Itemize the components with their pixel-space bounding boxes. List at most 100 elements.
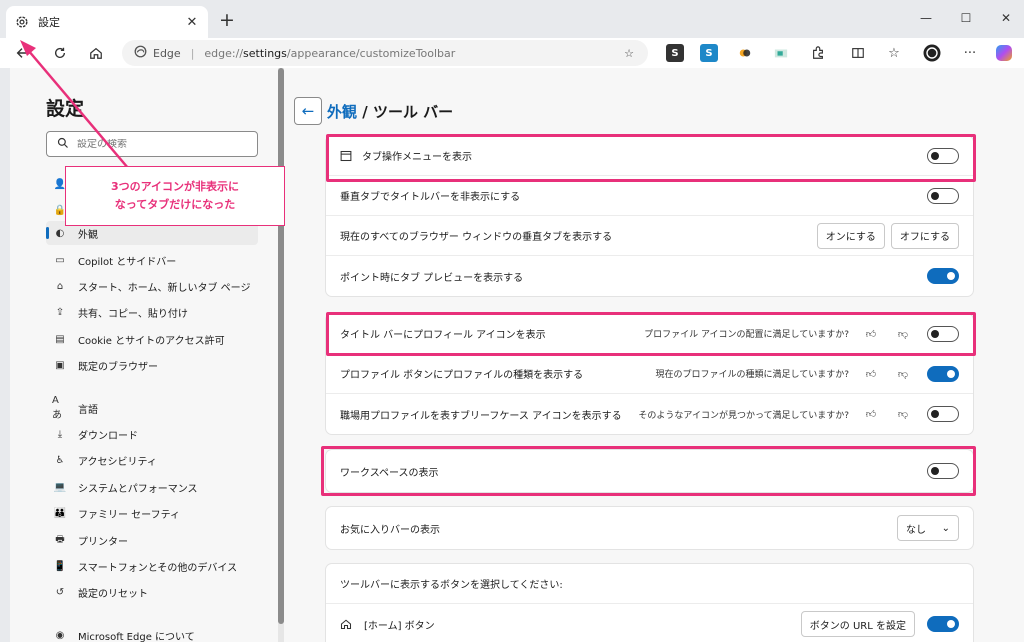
settings-content: 設定 👤 🔒 ◐外観 ▭Copilot とサイドバー ⌂スタート、ホーム、新しい… bbox=[10, 68, 1024, 642]
chevron-down-icon: ⌄ bbox=[941, 522, 950, 534]
phone-icon: 📱 bbox=[53, 560, 67, 572]
tab-actions-toggle[interactable] bbox=[927, 147, 959, 164]
breadcrumb: 外観 / ツール バー bbox=[327, 101, 453, 122]
extensions-puzzle-icon[interactable] bbox=[808, 43, 828, 63]
sidebar-item-cookies[interactable]: ▤ Cookie とサイトのアクセス許可 bbox=[46, 327, 258, 351]
sidebar-item-default-browser[interactable]: ▣ 既定のブラウザー bbox=[46, 353, 258, 377]
callout-line: なってタブだけになった bbox=[114, 198, 236, 211]
setting-label: [ホーム] ボタン bbox=[364, 620, 435, 632]
accessibility-icon: ♿ bbox=[55, 454, 65, 466]
setting-row: 現在のすべてのブラウザー ウィンドウの垂直タブを表示する オンにする オフにする bbox=[326, 216, 973, 256]
sidebar-item-label: ファミリー セーフティ bbox=[78, 509, 180, 521]
close-icon[interactable]: ✕ bbox=[184, 14, 200, 30]
sidebar-item-system[interactable]: 💻 システムとパフォーマンス bbox=[46, 475, 258, 499]
extension-multicolor-icon[interactable] bbox=[736, 44, 754, 62]
thumbs-down-icon[interactable]: 👎︎ bbox=[895, 366, 911, 382]
new-tab-button[interactable]: + bbox=[216, 9, 238, 31]
setting-label: ワークスペースの表示 bbox=[340, 467, 439, 479]
hide-titlebar-toggle[interactable] bbox=[927, 187, 959, 204]
workspaces-toggle[interactable] bbox=[927, 463, 959, 479]
feedback-question: そのようなアイコンが見つかって満足していますか? bbox=[638, 410, 849, 421]
favorites-icon[interactable]: ☆ bbox=[884, 43, 904, 63]
sidebar-item-about[interactable]: ◉ Microsoft Edge について bbox=[46, 623, 258, 642]
callout-line: 3つのアイコンが非表示に bbox=[110, 180, 240, 194]
thumbs-down-icon[interactable]: 👎︎ bbox=[895, 326, 911, 342]
sidebar-item-accessibility[interactable]: ♿ アクセシビリティ bbox=[46, 448, 258, 472]
section-heading-row: ツールバーに表示するボタンを選択してください: bbox=[326, 564, 973, 604]
close-window-icon[interactable]: ✕ bbox=[992, 8, 1020, 28]
sidebar-item-downloads[interactable]: ⤓ ダウンロード bbox=[46, 422, 258, 446]
sidebar-item-label: スタート、ホーム、新しいタブ ページ bbox=[78, 282, 251, 294]
home-button-toggle[interactable] bbox=[927, 616, 959, 632]
home-icon[interactable] bbox=[84, 42, 108, 64]
sidebar-item-copilot[interactable]: ▭ Copilot とサイドバー bbox=[46, 248, 258, 272]
setting-row: 垂直タブでタイトルバーを非表示にする bbox=[326, 176, 973, 216]
scrollbar-thumb[interactable] bbox=[278, 68, 284, 624]
search-input[interactable] bbox=[77, 138, 227, 150]
sidebar-item-language[interactable]: Aあ 言語 bbox=[46, 395, 258, 421]
sidebar-item-reset[interactable]: ↺ 設定のリセット bbox=[46, 580, 258, 604]
sidebar-item-start[interactable]: ⌂ スタート、ホーム、新しいタブ ページ bbox=[46, 274, 258, 298]
setting-row: タイトル バーにプロフィール アイコンを表示 プロファイル アイコンの配置に満足… bbox=[326, 314, 973, 354]
sidebar-title: 設定 bbox=[46, 98, 85, 120]
profile-icon-toggle[interactable] bbox=[927, 325, 959, 342]
extension-green-icon[interactable] bbox=[772, 44, 790, 62]
thumbs-up-icon[interactable]: 👍︎ bbox=[863, 366, 879, 382]
sidebar-item-label: アクセシビリティ bbox=[78, 456, 157, 468]
browser-icon: ▣ bbox=[55, 359, 65, 371]
profile-type-toggle[interactable] bbox=[927, 365, 959, 382]
favorites-bar-card: お気に入りバーの表示 なし ⌄ bbox=[326, 507, 973, 549]
sidebar-item-family[interactable]: 👪 ファミリー セーフティ bbox=[46, 501, 258, 525]
thumbs-up-icon[interactable]: 👍︎ bbox=[863, 406, 879, 422]
profile-avatar[interactable] bbox=[922, 43, 942, 63]
address-bar[interactable]: Edge | edge://settings/appearance/custom… bbox=[122, 40, 648, 66]
settings-sidebar: 設定 👤 🔒 ◐外観 ▭Copilot とサイドバー ⌂スタート、ホーム、新しい… bbox=[10, 68, 278, 642]
vertical-tabs-off-button[interactable]: オフにする bbox=[890, 222, 959, 249]
refresh-icon[interactable] bbox=[48, 42, 72, 64]
annotation-callout: 3つのアイコンが非表示に なってタブだけになった bbox=[65, 166, 285, 226]
url-path: /appearance/customizeToolbar bbox=[286, 46, 456, 60]
minimize-icon[interactable]: — bbox=[912, 8, 940, 28]
share-icon: ⇪ bbox=[55, 306, 65, 318]
briefcase-icon-toggle[interactable] bbox=[927, 406, 959, 422]
profile-card: タイトル バーにプロフィール アイコンを表示 プロファイル アイコンの配置に満足… bbox=[326, 314, 973, 434]
back-icon[interactable] bbox=[10, 42, 34, 64]
tab-title: 設定 bbox=[38, 16, 60, 29]
sidebar-item-share[interactable]: ⇪ 共有、コピー、貼り付け bbox=[46, 300, 258, 324]
sidebar-item-printers[interactable]: 🖶 プリンター bbox=[46, 528, 258, 552]
favorite-star-icon[interactable]: ☆ bbox=[620, 44, 638, 62]
sidebar-item-label: システムとパフォーマンス bbox=[78, 483, 198, 495]
setting-row: プロファイル ボタンにプロファイルの種類を表示する 現在のプロファイルの種類に満… bbox=[326, 354, 973, 394]
sidebar-item-label: ダウンロード bbox=[78, 430, 138, 442]
tab-preview-toggle[interactable] bbox=[927, 268, 959, 284]
thumbs-up-icon[interactable]: 👍︎ bbox=[863, 326, 879, 342]
set-home-url-button[interactable]: ボタンの URL を設定 bbox=[800, 611, 915, 637]
favorites-bar-select[interactable]: なし ⌄ bbox=[897, 515, 959, 541]
back-arrow-button[interactable]: ← bbox=[294, 97, 322, 125]
sidebar-item-devices[interactable]: 📱 スマートフォンとその他のデバイス bbox=[46, 554, 258, 578]
sidebar-item-label: 言語 bbox=[78, 404, 98, 416]
select-value: なし bbox=[906, 524, 926, 536]
breadcrumb-link[interactable]: 外観 bbox=[327, 103, 357, 121]
appearance-icon: ◐ bbox=[55, 227, 65, 239]
split-screen-icon[interactable] bbox=[848, 43, 868, 63]
extension-blue-icon[interactable]: S bbox=[700, 44, 718, 62]
more-menu-icon[interactable]: ··· bbox=[960, 43, 980, 63]
laptop-icon: 💻 bbox=[53, 481, 67, 493]
printer-icon: 🖶 bbox=[55, 533, 65, 545]
vertical-tabs-on-button[interactable]: オンにする bbox=[816, 222, 885, 249]
language-icon: Aあ bbox=[52, 395, 62, 421]
tab-actions-menu-icon bbox=[340, 150, 352, 162]
tab-settings[interactable]: 設定 ✕ bbox=[6, 6, 208, 38]
thumbs-down-icon[interactable]: 👎︎ bbox=[895, 406, 911, 422]
home-icon bbox=[340, 618, 352, 630]
tabs-card: タブ操作メニューを表示 垂直タブでタイトルバーを非表示にする 現在のすべてのブラ… bbox=[326, 136, 973, 296]
maximize-icon[interactable]: ☐ bbox=[952, 8, 980, 28]
setting-row: タブ操作メニューを表示 bbox=[326, 136, 973, 176]
toolbar-buttons-card: ツールバーに表示するボタンを選択してください: [ホーム] ボタン ボタンの U… bbox=[326, 564, 973, 642]
setting-label: お気に入りバーの表示 bbox=[340, 524, 440, 536]
copilot-icon[interactable] bbox=[994, 43, 1014, 63]
extension-s-icon[interactable]: S bbox=[666, 44, 684, 62]
feedback-question: プロファイル アイコンの配置に満足していますか? bbox=[644, 330, 849, 340]
settings-search[interactable] bbox=[46, 131, 258, 157]
